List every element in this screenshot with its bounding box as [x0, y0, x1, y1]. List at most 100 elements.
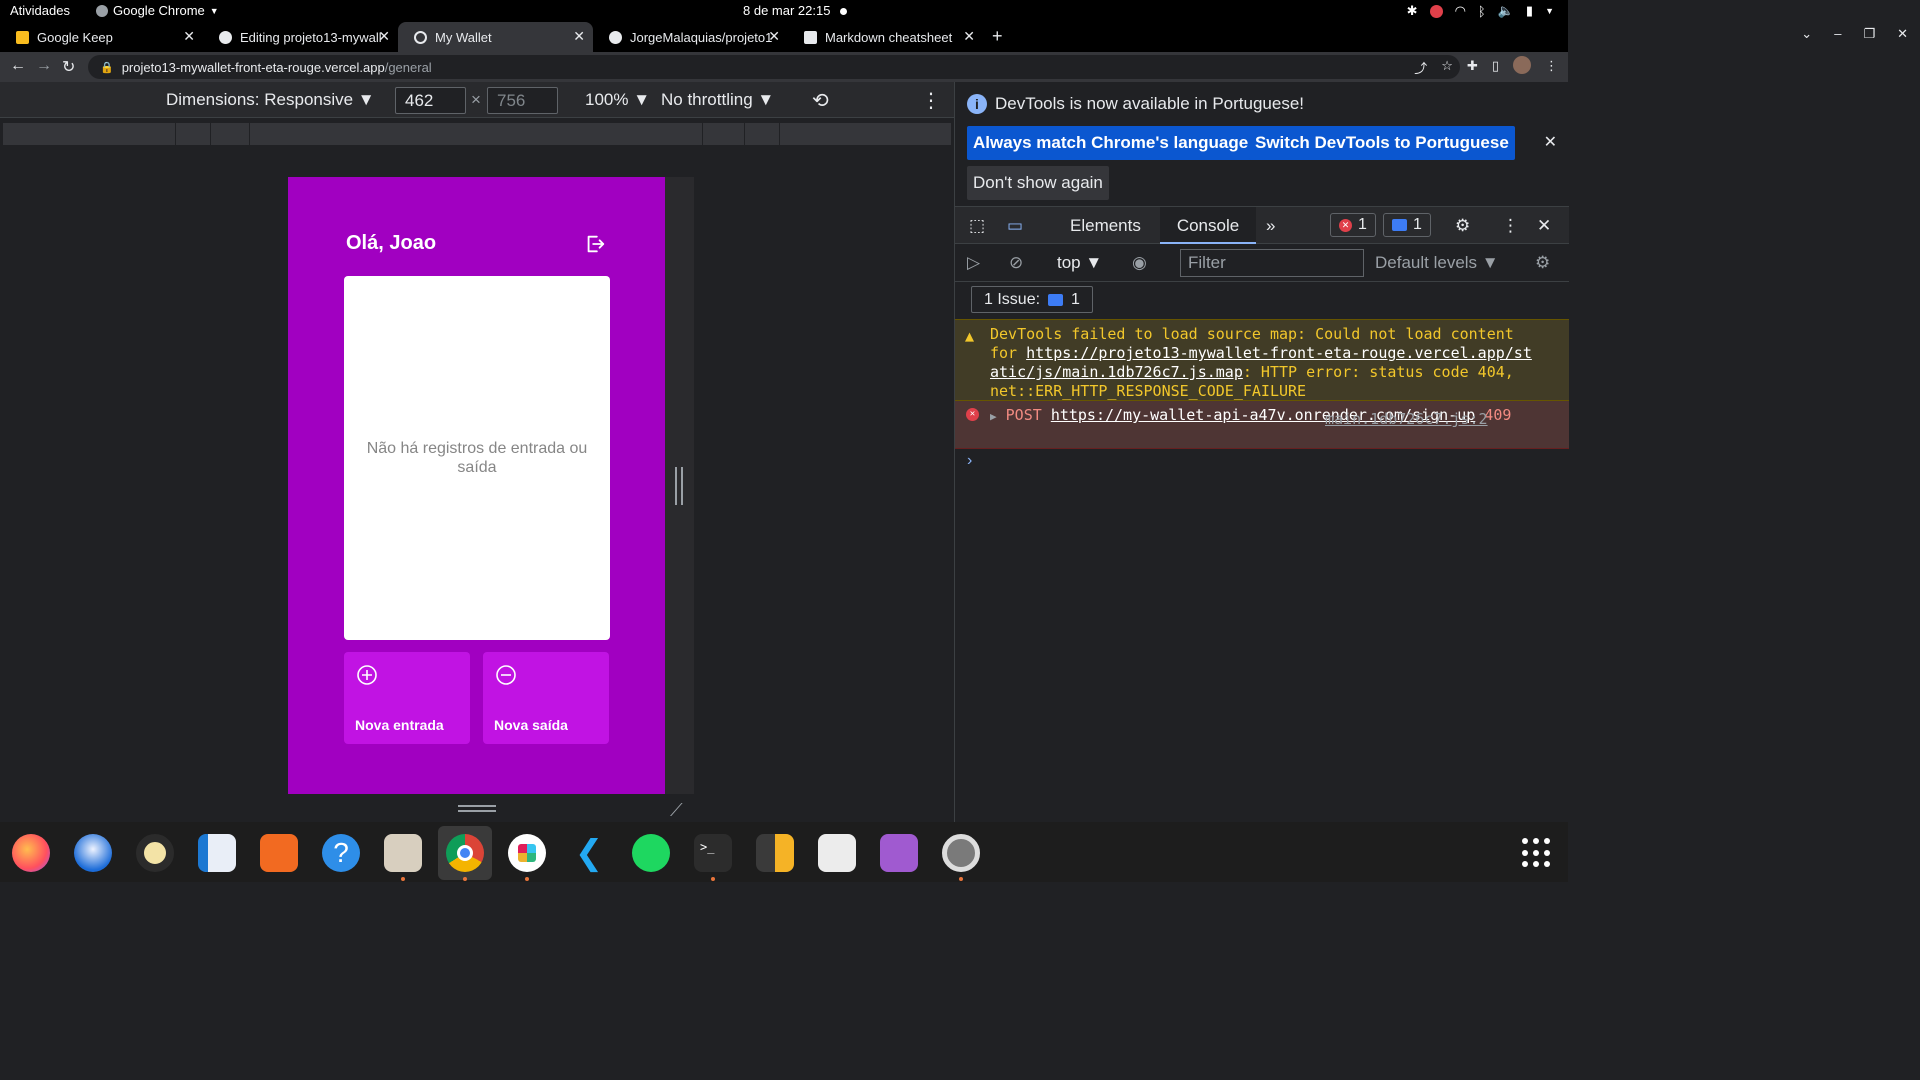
plus-circle-icon — [355, 663, 379, 692]
close-infobar-icon[interactable]: ✕ — [1544, 132, 1557, 152]
rhythmbox-icon[interactable] — [136, 834, 174, 872]
sidebar-toggle-icon[interactable]: ▷ — [967, 253, 980, 273]
share-icon[interactable]: ⤴ — [1414, 58, 1427, 77]
activities-button[interactable]: Atividades — [10, 3, 70, 18]
tab-my-wallet[interactable]: My Wallet ✕ — [398, 22, 593, 52]
message-icon — [1392, 219, 1407, 231]
rotate-icon[interactable]: ⟲ — [812, 88, 829, 113]
spotify-icon[interactable] — [632, 834, 670, 872]
close-tab-icon[interactable]: ✕ — [573, 28, 585, 45]
document-viewer-icon[interactable] — [818, 834, 856, 872]
maximize-icon[interactable]: ❐ — [1863, 26, 1875, 42]
bookmark-star-icon[interactable]: ☆ — [1441, 58, 1453, 77]
close-tab-icon[interactable]: ✕ — [963, 28, 975, 45]
close-tab-icon[interactable]: ✕ — [378, 28, 390, 45]
clock[interactable]: 8 de mar 22:15 — [743, 3, 848, 18]
live-expression-eye-icon[interactable]: ◉ — [1132, 253, 1147, 273]
error-count-badge[interactable]: ✕ 1 — [1330, 213, 1376, 237]
logout-icon[interactable] — [584, 233, 606, 260]
context-selector[interactable]: top ▼ — [1057, 253, 1102, 273]
tab-google-keep[interactable]: Google Keep ✕ — [0, 22, 203, 52]
slack-logo-icon — [518, 844, 536, 862]
inspect-element-icon[interactable]: ⬚ — [969, 216, 985, 236]
greeting-title: Olá, Joao — [346, 232, 437, 254]
system-tray[interactable]: ✱ ◠ ᛒ 🔈 ▮ ▼ — [1407, 3, 1554, 19]
zoom-dropdown[interactable]: 100% ▼ — [585, 90, 650, 110]
resize-corner-handle[interactable]: ⟋ — [670, 800, 683, 821]
reload-icon[interactable]: ↻ — [62, 57, 75, 77]
tab-markdown-cheatsheet[interactable]: Markdown cheatsheet ✕ — [788, 22, 983, 52]
writer-icon[interactable] — [198, 834, 236, 872]
profile-avatar[interactable] — [1513, 56, 1531, 74]
more-tabs-icon[interactable]: » — [1266, 216, 1275, 236]
minimize-icon[interactable]: – — [1834, 26, 1841, 42]
match-language-button[interactable]: Always match Chrome's language — [967, 126, 1255, 160]
tab-label: Markdown cheatsheet — [825, 29, 953, 45]
issues-button[interactable]: 1 Issue: 1 — [971, 286, 1093, 313]
new-income-button[interactable]: Nova entrada — [344, 652, 470, 744]
close-window-icon[interactable]: ✕ — [1897, 26, 1908, 42]
url-host: projeto13-mywallet-front-eta-rouge.verce… — [121, 59, 385, 75]
log-levels-dropdown[interactable]: Default levels ▼ — [1375, 253, 1499, 273]
software-icon[interactable] — [260, 834, 298, 872]
more-options-icon[interactable]: ⋮ — [921, 88, 941, 113]
address-bar[interactable]: 🔒 projeto13-mywallet-front-eta-rouge.ver… — [88, 55, 1460, 79]
terminal-icon[interactable]: >_ — [694, 834, 732, 872]
dimensions-dropdown[interactable]: Dimensions: Responsive ▼ — [166, 90, 375, 110]
chevron-down-icon: ▼ — [209, 5, 219, 16]
devtools-menu-icon[interactable]: ⋮ — [1502, 216, 1519, 236]
resize-height-handle[interactable] — [458, 805, 496, 812]
tab-elements[interactable]: Elements — [1070, 216, 1141, 236]
tab-editing-projeto13[interactable]: Editing projeto13-mywall ✕ — [203, 22, 398, 52]
new-tab-icon[interactable]: + — [992, 26, 1003, 47]
calculator-icon[interactable] — [756, 834, 794, 872]
throttling-dropdown[interactable]: No throttling ▼ — [661, 90, 774, 110]
show-applications-icon[interactable] — [1522, 838, 1552, 868]
help-icon[interactable]: ? — [322, 834, 360, 872]
tab-label: JorgeMalaquias/projeto1 — [630, 29, 773, 45]
app-menu-label: Google Chrome — [113, 3, 205, 18]
switch-language-button[interactable]: Switch DevTools to Portuguese — [1249, 126, 1515, 160]
width-input[interactable]: 462 — [395, 87, 466, 114]
forward-icon[interactable]: → — [36, 57, 52, 75]
close-tab-icon[interactable]: ✕ — [183, 28, 195, 45]
firefox-icon[interactable] — [12, 834, 50, 872]
expand-triangle-icon[interactable]: ▶ — [990, 410, 997, 423]
settings-icon[interactable] — [942, 834, 980, 872]
resize-width-handle[interactable] — [675, 467, 683, 505]
device-emulation-area: Dimensions: Responsive ▼ 462 × 756 100% … — [0, 82, 954, 822]
error-status: 409 — [1484, 406, 1512, 424]
close-tab-icon[interactable]: ✕ — [768, 28, 780, 45]
message-count-badge[interactable]: 1 — [1383, 213, 1431, 237]
vscode-icon[interactable]: ❮ — [570, 834, 608, 872]
thunderbird-icon[interactable] — [74, 834, 112, 872]
settings-gear-icon[interactable]: ⚙ — [1455, 216, 1470, 236]
files-icon[interactable] — [384, 834, 422, 872]
devtools-panel: i DevTools is now available in Portugues… — [954, 82, 1569, 822]
tab-console[interactable]: Console — [1160, 207, 1256, 244]
dont-show-again-button[interactable]: Don't show again — [967, 166, 1109, 200]
tab-jorgemalaquias[interactable]: JorgeMalaquias/projeto1 ✕ — [593, 22, 788, 52]
app-menu[interactable]: Google Chrome ▼ — [96, 3, 219, 18]
back-icon[interactable]: ← — [10, 57, 26, 75]
video-icon[interactable] — [880, 834, 918, 872]
new-income-label: Nova entrada — [355, 717, 444, 733]
info-icon: i — [967, 94, 987, 114]
dimension-separator: × — [471, 90, 481, 109]
source-location-link[interactable]: main.1db726c7.js:2 — [1325, 410, 1488, 429]
extensions-icon[interactable]: ✚ — [1467, 58, 1478, 77]
console-filter-input[interactable]: Filter — [1180, 249, 1364, 277]
height-input[interactable]: 756 — [487, 87, 558, 114]
console-prompt-icon[interactable]: › — [967, 452, 972, 470]
clock-label: 8 de mar 22:15 — [743, 3, 831, 18]
side-panel-icon[interactable]: ▯ — [1492, 58, 1499, 77]
github-favicon-icon — [609, 30, 622, 44]
media-query-bar[interactable] — [3, 123, 951, 145]
clear-console-icon[interactable]: ⊘ — [1009, 253, 1023, 273]
device-toggle-icon[interactable]: ▭ — [1007, 216, 1023, 236]
new-expense-button[interactable]: Nova saída — [483, 652, 609, 744]
menu-kebab-icon[interactable]: ⋮ — [1545, 58, 1558, 77]
tab-search-icon[interactable]: ⌄ — [1801, 26, 1812, 42]
close-devtools-icon[interactable]: ✕ — [1537, 216, 1551, 236]
console-settings-gear-icon[interactable]: ⚙ — [1535, 253, 1550, 273]
